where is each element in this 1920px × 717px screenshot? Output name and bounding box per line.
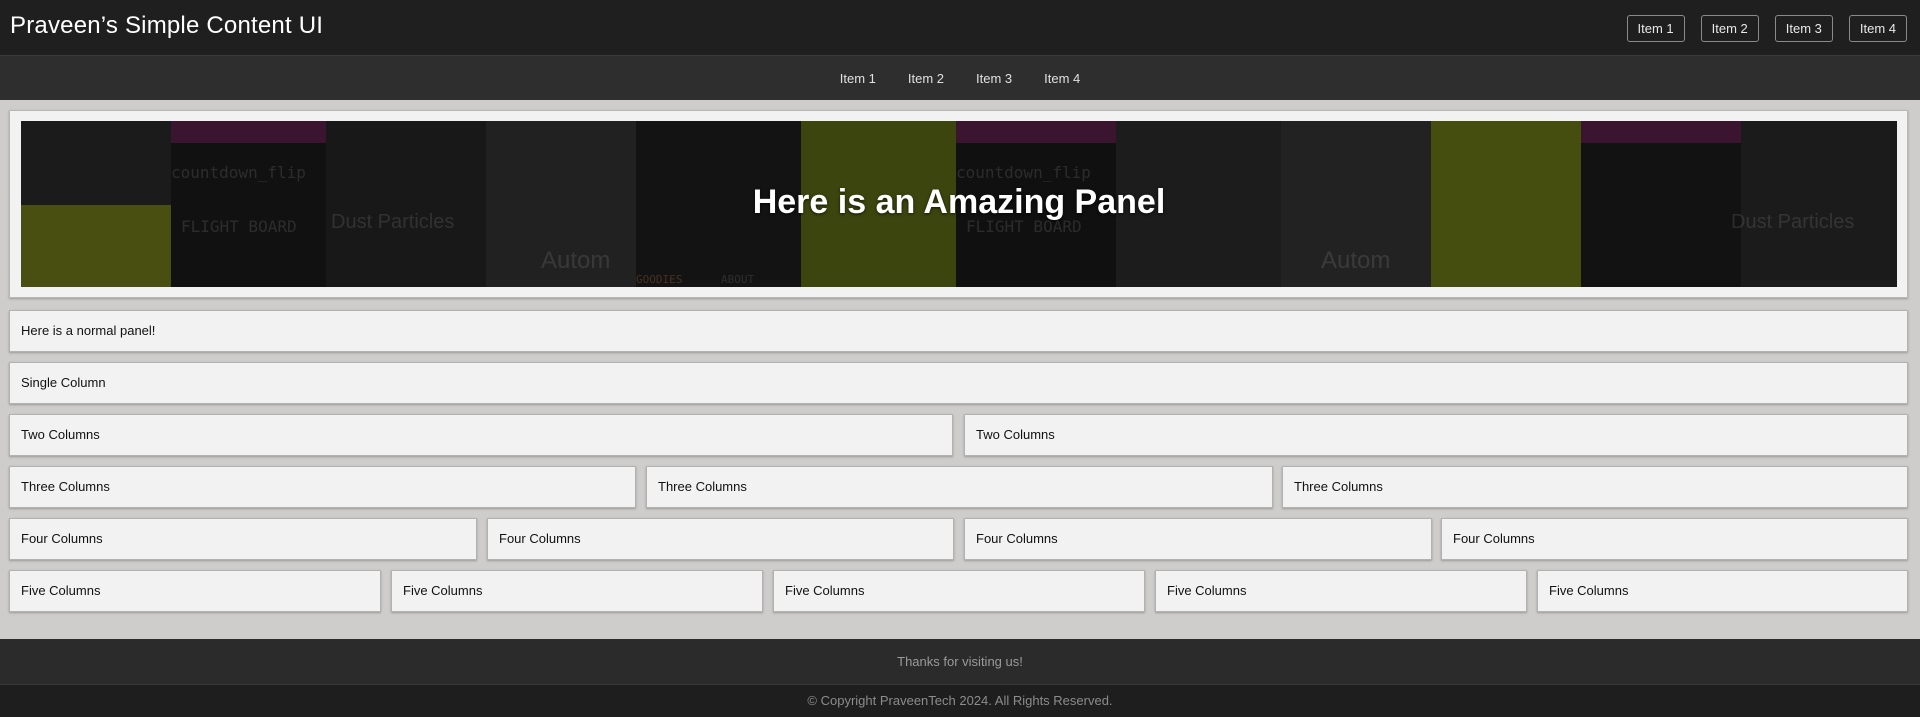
footer-message: Thanks for visiting us! xyxy=(0,639,1920,684)
nav-item-2[interactable]: Item 2 xyxy=(892,71,960,86)
header-button-item-2[interactable]: Item 2 xyxy=(1700,15,1759,42)
four-column-panel: Four Columns xyxy=(9,518,477,560)
four-column-panel: Four Columns xyxy=(964,518,1432,560)
two-column-panel: Two Columns xyxy=(964,414,1908,456)
header-button-item-4[interactable]: Item 4 xyxy=(1848,15,1907,42)
four-column-panel: Four Columns xyxy=(487,518,954,560)
nav-item-4[interactable]: Item 4 xyxy=(1028,71,1096,86)
three-column-panel: Three Columns xyxy=(646,466,1273,508)
site-title: Praveen’s Simple Content UI xyxy=(10,12,324,39)
five-column-panel: Five Columns xyxy=(1537,570,1908,612)
five-column-panel: Five Columns xyxy=(773,570,1145,612)
hero-panel: countdown_flip FLIGHT BOARD Dust Particl… xyxy=(9,110,1908,298)
footer-copyright: © Copyright PraveenTech 2024. All Rights… xyxy=(0,684,1920,717)
three-column-panel: Three Columns xyxy=(1282,466,1908,508)
top-header: Praveen’s Simple Content UI Item 1 Item … xyxy=(0,0,1920,55)
two-column-panel: Two Columns xyxy=(9,414,953,456)
header-button-item-3[interactable]: Item 3 xyxy=(1774,15,1833,42)
five-column-panel: Five Columns xyxy=(9,570,381,612)
hero-banner: countdown_flip FLIGHT BOARD Dust Particl… xyxy=(21,121,1897,287)
hero-title: Here is an Amazing Panel xyxy=(752,183,1166,221)
five-column-panel: Five Columns xyxy=(1155,570,1527,612)
three-column-panel: Three Columns xyxy=(9,466,636,508)
normal-panel: Here is a normal panel! xyxy=(9,310,1908,352)
four-column-panel: Four Columns xyxy=(1441,518,1908,560)
nav-item-3[interactable]: Item 3 xyxy=(960,71,1028,86)
five-column-panel: Five Columns xyxy=(391,570,763,612)
header-button-item-1[interactable]: Item 1 xyxy=(1626,15,1685,42)
single-column-panel: Single Column xyxy=(9,362,1908,404)
nav-item-1[interactable]: Item 1 xyxy=(824,71,892,86)
main-nav: Item 1 Item 2 Item 3 Item 4 xyxy=(0,55,1920,100)
header-actions: Item 1 Item 2 Item 3 Item 4 xyxy=(1626,15,1907,42)
